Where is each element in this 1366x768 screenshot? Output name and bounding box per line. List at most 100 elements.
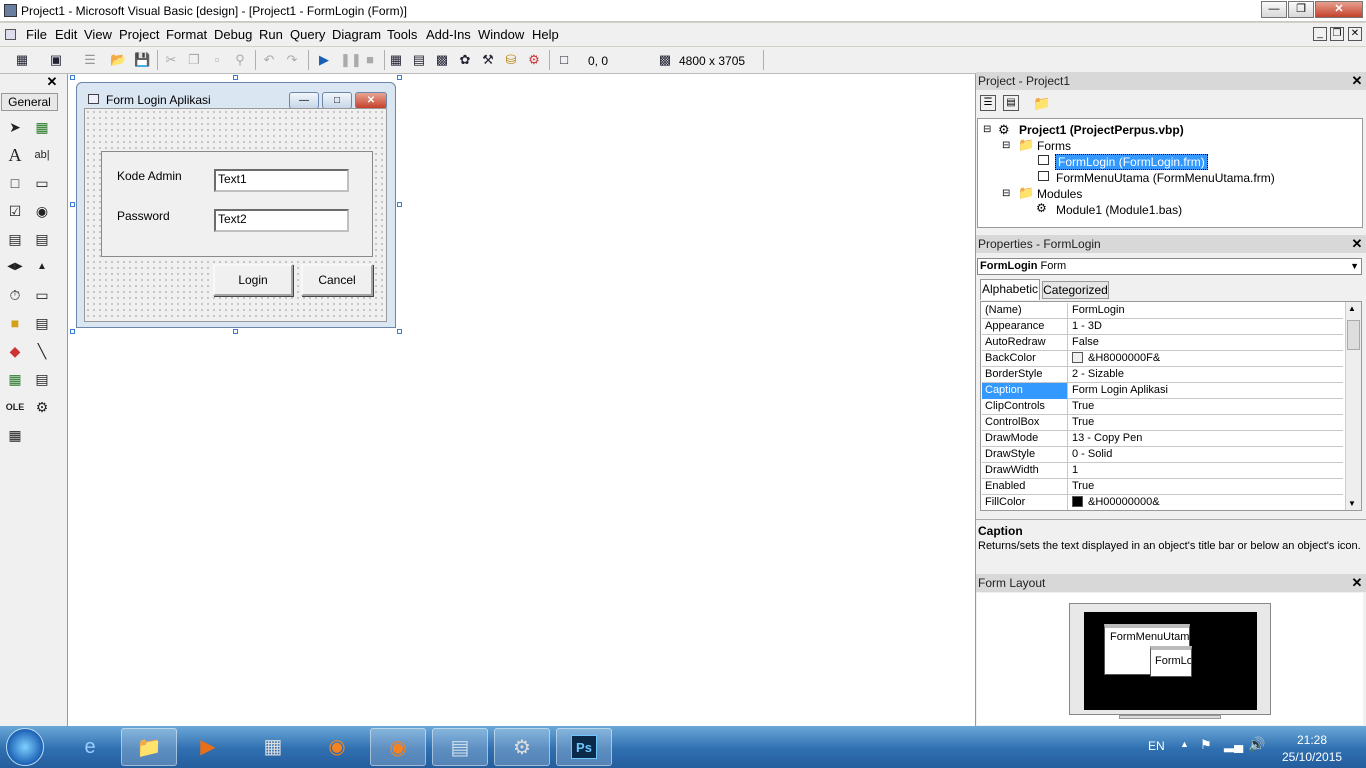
tab-categorized[interactable]: Categorized: [1042, 281, 1109, 299]
property-row[interactable]: DrawStyle 0 - Solid: [982, 447, 1343, 463]
end-icon[interactable]: ■: [362, 52, 378, 68]
add-project-icon[interactable]: ▦: [14, 52, 30, 68]
component-manager-icon[interactable]: ⚙: [526, 52, 542, 68]
property-row[interactable]: Enabled True: [982, 479, 1343, 495]
property-value[interactable]: False: [1070, 335, 1099, 351]
project-explorer-icon[interactable]: ▦: [388, 52, 404, 68]
image-tool-icon[interactable]: ▦: [4, 368, 26, 390]
listbox-tool-icon[interactable]: ▤: [31, 228, 53, 250]
resize-handle[interactable]: [397, 329, 402, 334]
input-frame[interactable]: Kode Admin Password Text1 Text2: [101, 151, 373, 257]
view-code-icon[interactable]: ☰: [980, 95, 996, 111]
redo-icon[interactable]: ↷: [284, 52, 300, 68]
network-icon[interactable]: ▦: [245, 728, 301, 766]
property-value[interactable]: True: [1070, 415, 1094, 431]
cancel-button[interactable]: Cancel: [301, 264, 373, 296]
property-row[interactable]: DrawWidth 1: [982, 463, 1343, 479]
menu-diagram[interactable]: Diagram: [332, 27, 381, 42]
add-form-icon[interactable]: ▣: [48, 52, 64, 68]
firefox-icon[interactable]: ◉: [309, 728, 365, 766]
properties-window-icon[interactable]: ▤: [411, 52, 427, 68]
tree-formlogin[interactable]: FormLogin (FormLogin.frm): [1055, 154, 1208, 170]
form-minimize-button[interactable]: —: [289, 92, 319, 109]
menu-editor-icon[interactable]: ☰: [82, 52, 98, 68]
property-name[interactable]: ClipControls: [982, 399, 1068, 415]
firefox-2-icon[interactable]: ◉: [370, 728, 426, 766]
property-row[interactable]: (Name) FormLogin: [982, 303, 1343, 319]
media-player-icon[interactable]: ▶: [180, 728, 236, 766]
pointer-tool-icon[interactable]: ➤: [4, 116, 26, 138]
notepad-icon[interactable]: ▤: [432, 728, 488, 766]
property-name[interactable]: FillColor: [982, 495, 1068, 510]
menu-format[interactable]: Format: [166, 27, 207, 42]
object-selector[interactable]: FormLogin Form ▼: [977, 258, 1362, 275]
menu-addins[interactable]: Add-Ins: [426, 27, 471, 42]
menu-edit[interactable]: Edit: [55, 27, 77, 42]
break-icon[interactable]: ❚❚: [340, 52, 362, 68]
property-value[interactable]: 1 - 3D: [1070, 319, 1102, 335]
resize-handle[interactable]: [233, 329, 238, 334]
toolbox-icon[interactable]: ⚒: [480, 52, 496, 68]
checkbox-tool-icon[interactable]: ☑: [4, 200, 26, 222]
clock-time[interactable]: 21:28: [1297, 733, 1327, 747]
property-value[interactable]: 2 - Sizable: [1070, 367, 1124, 383]
property-value[interactable]: FormLogin: [1070, 303, 1125, 319]
menu-debug[interactable]: Debug: [214, 27, 252, 42]
menu-window[interactable]: Window: [478, 27, 524, 42]
menu-view[interactable]: View: [84, 27, 112, 42]
line-tool-icon[interactable]: ╲: [31, 340, 53, 362]
paste-icon[interactable]: ▫: [209, 52, 225, 68]
property-name[interactable]: AutoRedraw: [982, 335, 1068, 351]
menu-query[interactable]: Query: [290, 27, 325, 42]
object-browser-icon[interactable]: ✿: [457, 52, 473, 68]
layout-formlogin[interactable]: FormLo: [1150, 646, 1192, 677]
scroll-thumb[interactable]: [1347, 320, 1360, 350]
shape-tool-icon[interactable]: ◆: [4, 340, 26, 362]
login-button[interactable]: Login: [213, 264, 293, 296]
property-name[interactable]: DrawMode: [982, 431, 1068, 447]
form-close-button[interactable]: ✕: [355, 92, 387, 109]
dropdown-arrow-icon[interactable]: ▼: [1350, 259, 1359, 274]
commandbutton-tool-icon[interactable]: ▭: [31, 172, 53, 194]
custom-control-icon[interactable]: ⚙: [31, 396, 53, 418]
mdi-restore-button[interactable]: ❐: [1330, 27, 1344, 41]
resize-handle[interactable]: [397, 75, 402, 80]
property-name[interactable]: ControlBox: [982, 415, 1068, 431]
copy-icon[interactable]: ❐: [186, 52, 202, 68]
property-value[interactable]: &H00000000&: [1070, 495, 1160, 510]
property-row[interactable]: AutoRedraw False: [982, 335, 1343, 351]
menu-file[interactable]: File: [26, 27, 47, 42]
action-center-icon[interactable]: ⚑: [1200, 737, 1212, 753]
optionbutton-tool-icon[interactable]: ◉: [31, 200, 53, 222]
tree-module1[interactable]: Module1 (Module1.bas): [1056, 203, 1182, 217]
cut-icon[interactable]: ✂: [163, 52, 179, 68]
property-name[interactable]: Appearance: [982, 319, 1068, 335]
property-value[interactable]: 13 - Copy Pen: [1070, 431, 1142, 447]
property-value[interactable]: Form Login Aplikasi: [1070, 383, 1168, 399]
property-name[interactable]: Enabled: [982, 479, 1068, 495]
menu-run[interactable]: Run: [259, 27, 283, 42]
property-name[interactable]: Caption: [982, 383, 1068, 399]
toggle-folders-icon[interactable]: 📁: [1033, 95, 1051, 111]
clock-date[interactable]: 25/10/2015: [1282, 750, 1342, 764]
tab-alphabetic[interactable]: Alphabetic: [980, 279, 1040, 300]
tree-modules-folder[interactable]: Modules: [1037, 187, 1082, 201]
close-button[interactable]: ✕: [1315, 1, 1363, 18]
find-icon[interactable]: ⚲: [232, 52, 248, 68]
dirlistbox-tool-icon[interactable]: ■: [4, 312, 26, 334]
property-row[interactable]: ControlBox True: [982, 415, 1343, 431]
property-scrollbar[interactable]: ▲ ▼: [1345, 302, 1361, 510]
vb6-icon[interactable]: ⚙: [494, 728, 550, 766]
data-tool-icon[interactable]: ▤: [31, 368, 53, 390]
combobox-tool-icon[interactable]: ▤: [4, 228, 26, 250]
filelistbox-tool-icon[interactable]: ▤: [31, 312, 53, 334]
property-value[interactable]: True: [1070, 399, 1094, 415]
resize-handle[interactable]: [233, 75, 238, 80]
resize-handle[interactable]: [70, 202, 75, 207]
photoshop-taskbar-button[interactable]: Ps: [556, 728, 612, 766]
properties-close-icon[interactable]: ✕: [1350, 237, 1364, 251]
menu-tools[interactable]: Tools: [387, 27, 417, 42]
property-row[interactable]: BackColor &H8000000F&: [982, 351, 1343, 367]
custom-control-2-icon[interactable]: ▦: [4, 424, 26, 446]
mdi-minimize-button[interactable]: _: [1313, 27, 1327, 41]
